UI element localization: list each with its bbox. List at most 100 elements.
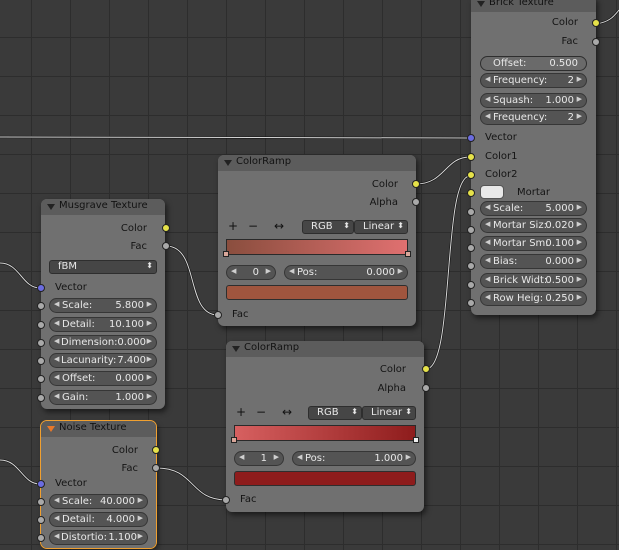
decrement-arrow-icon[interactable]: ◀ [54,392,59,400]
output-fac-socket[interactable] [162,242,170,250]
flip-ramp-button[interactable]: ↔ [280,405,294,419]
color-ramp-gradient[interactable] [234,425,416,441]
add-stop-button[interactable]: + [226,219,240,233]
collapse-triangle-icon[interactable] [224,160,232,166]
output-color-socket[interactable] [592,19,600,27]
decrement-arrow-icon[interactable]: ◀ [485,112,490,120]
input-offset-socket[interactable] [37,375,45,383]
input-scale-socket[interactable] [37,302,45,310]
node-header[interactable]: ColorRamp [226,341,424,357]
increment-arrow-icon[interactable]: ▶ [577,75,582,83]
collapse-triangle-icon[interactable] [477,1,485,7]
mortar-size-field[interactable]: ◀ Mortar Siz: 0.020 ▶ [480,218,587,233]
colorramp-node-2[interactable]: ColorRamp Color Alpha + − ↔ RGB ⬍ Linear… [222,341,430,512]
input-dimension-socket[interactable] [37,339,45,347]
input-color2-socket[interactable] [467,171,475,179]
decrement-arrow-icon[interactable]: ◀ [54,373,59,381]
increment-arrow-icon[interactable]: ▶ [577,293,582,301]
decrement-arrow-icon[interactable]: ◀ [485,256,490,264]
input-color1-socket[interactable] [467,153,475,161]
musgrave-texture-node[interactable]: Musgrave Texture Color Fac fBM ⬍ Vector … [37,199,170,409]
decrement-arrow-icon[interactable]: ◀ [485,275,490,283]
stop-pos-field[interactable]: ◀ Pos: 0.000 ▶ [284,265,408,280]
increment-arrow-icon[interactable]: ▶ [577,95,582,103]
output-color-socket[interactable] [152,446,160,454]
decrement-arrow-icon[interactable]: ◀ [297,453,302,461]
input-detail-socket[interactable] [37,516,45,524]
scale-field[interactable]: ◀ Scale: 40.000 ▶ [49,494,148,509]
output-color-socket[interactable] [162,224,170,232]
increment-arrow-icon[interactable]: ▶ [398,267,403,275]
input-vector-socket[interactable] [37,480,45,488]
input-vector-socket[interactable] [467,134,475,142]
frequency-field-1[interactable]: ◀ Frequency: 2 ▶ [480,73,587,88]
input-brick-width-socket[interactable] [467,281,475,289]
flip-ramp-button[interactable]: ↔ [272,219,286,233]
detail-field[interactable]: ◀ Detail: 10.100 ▶ [49,317,157,332]
increment-arrow-icon[interactable]: ▶ [577,256,582,264]
increment-arrow-icon[interactable]: ▶ [147,392,152,400]
increment-arrow-icon[interactable]: ▶ [406,453,411,461]
increment-arrow-icon[interactable]: ▶ [577,220,582,228]
brick-width-field[interactable]: ◀ Brick Widt: 0.500 ▶ [480,273,587,288]
scale-field[interactable]: ◀ Scale: 5.800 ▶ [49,298,157,313]
increment-arrow-icon[interactable]: ▶ [577,112,582,120]
increment-arrow-icon[interactable]: ▶ [138,532,143,540]
decrement-arrow-icon[interactable]: ◀ [485,75,490,83]
interpolation-select[interactable]: Linear ⬍ [362,406,416,420]
increment-arrow-icon[interactable]: ▶ [147,319,152,327]
musgrave-type-select[interactable]: fBM ⬍ [49,260,157,274]
decrement-arrow-icon[interactable]: ◀ [54,355,59,363]
ramp-stop-right[interactable] [405,251,411,257]
output-alpha-socket[interactable] [412,198,420,206]
color-mode-select[interactable]: RGB ⬍ [302,220,354,234]
stop-index-field[interactable]: ◀ 1 ▶ [234,451,284,466]
decrement-arrow-icon[interactable]: ◀ [54,514,59,522]
decrement-arrow-icon[interactable]: ◀ [231,267,236,275]
input-bias-socket[interactable] [467,262,475,270]
colorramp-node-1[interactable]: ColorRamp Color Alpha + − ↔ RGB ⬍ Linear… [214,155,420,326]
collapse-triangle-icon[interactable] [232,346,240,352]
output-alpha-socket[interactable] [422,384,430,392]
offset-field[interactable]: ◀ Offset: 0.000 ▶ [49,371,157,386]
increment-arrow-icon[interactable]: ▶ [147,337,152,345]
ramp-stop-right[interactable] [413,437,419,443]
input-fac-socket[interactable] [222,496,230,504]
interpolation-select[interactable]: Linear ⬍ [354,220,408,234]
increment-arrow-icon[interactable]: ▶ [577,203,582,211]
input-mortar-size-socket[interactable] [467,226,475,234]
decrement-arrow-icon[interactable]: ◀ [54,337,59,345]
input-lacunarity-socket[interactable] [37,357,45,365]
mortar-color-swatch[interactable] [480,185,504,199]
brick-texture-node[interactable]: Brick Texture Color Fac Offset: 0.500 ◀ … [467,0,600,315]
input-mortar-socket[interactable] [467,189,475,197]
increment-arrow-icon[interactable]: ▶ [147,373,152,381]
increment-arrow-icon[interactable]: ▶ [147,355,152,363]
remove-stop-button[interactable]: − [246,219,260,233]
dimension-field[interactable]: ◀ Dimension: 0.000 ▶ [49,335,157,350]
lacunarity-field[interactable]: ◀ Lacunarity: 7.400 ▶ [49,353,157,368]
input-gain-socket[interactable] [37,394,45,402]
offset-field[interactable]: Offset: 0.500 [480,56,587,71]
increment-arrow-icon[interactable]: ▶ [577,238,582,246]
decrement-arrow-icon[interactable]: ◀ [485,220,490,228]
gain-field[interactable]: ◀ Gain: 1.000 ▶ [49,390,157,405]
output-color-socket[interactable] [412,180,420,188]
detail-field[interactable]: ◀ Detail: 4.000 ▶ [49,512,148,527]
decrement-arrow-icon[interactable]: ◀ [54,319,59,327]
distortion-field[interactable]: ◀ Distortio: 1.100 ▶ [49,530,148,545]
input-distortion-socket[interactable] [37,534,45,542]
decrement-arrow-icon[interactable]: ◀ [289,267,294,275]
increment-arrow-icon[interactable]: ▶ [577,275,582,283]
output-fac-socket[interactable] [592,38,600,46]
mortar-smooth-field[interactable]: ◀ Mortar Sm: 0.100 ▶ [480,236,587,251]
decrement-arrow-icon[interactable]: ◀ [239,453,244,461]
increment-arrow-icon[interactable]: ▶ [147,300,152,308]
collapse-triangle-icon[interactable] [47,426,55,432]
stop-pos-field[interactable]: ◀ Pos: 1.000 ▶ [292,451,416,466]
output-fac-socket[interactable] [152,464,160,472]
decrement-arrow-icon[interactable]: ◀ [485,238,490,246]
input-scale-socket[interactable] [37,498,45,506]
increment-arrow-icon[interactable]: ▶ [274,453,279,461]
bias-field[interactable]: ◀ Bias: 0.000 ▶ [480,254,587,269]
